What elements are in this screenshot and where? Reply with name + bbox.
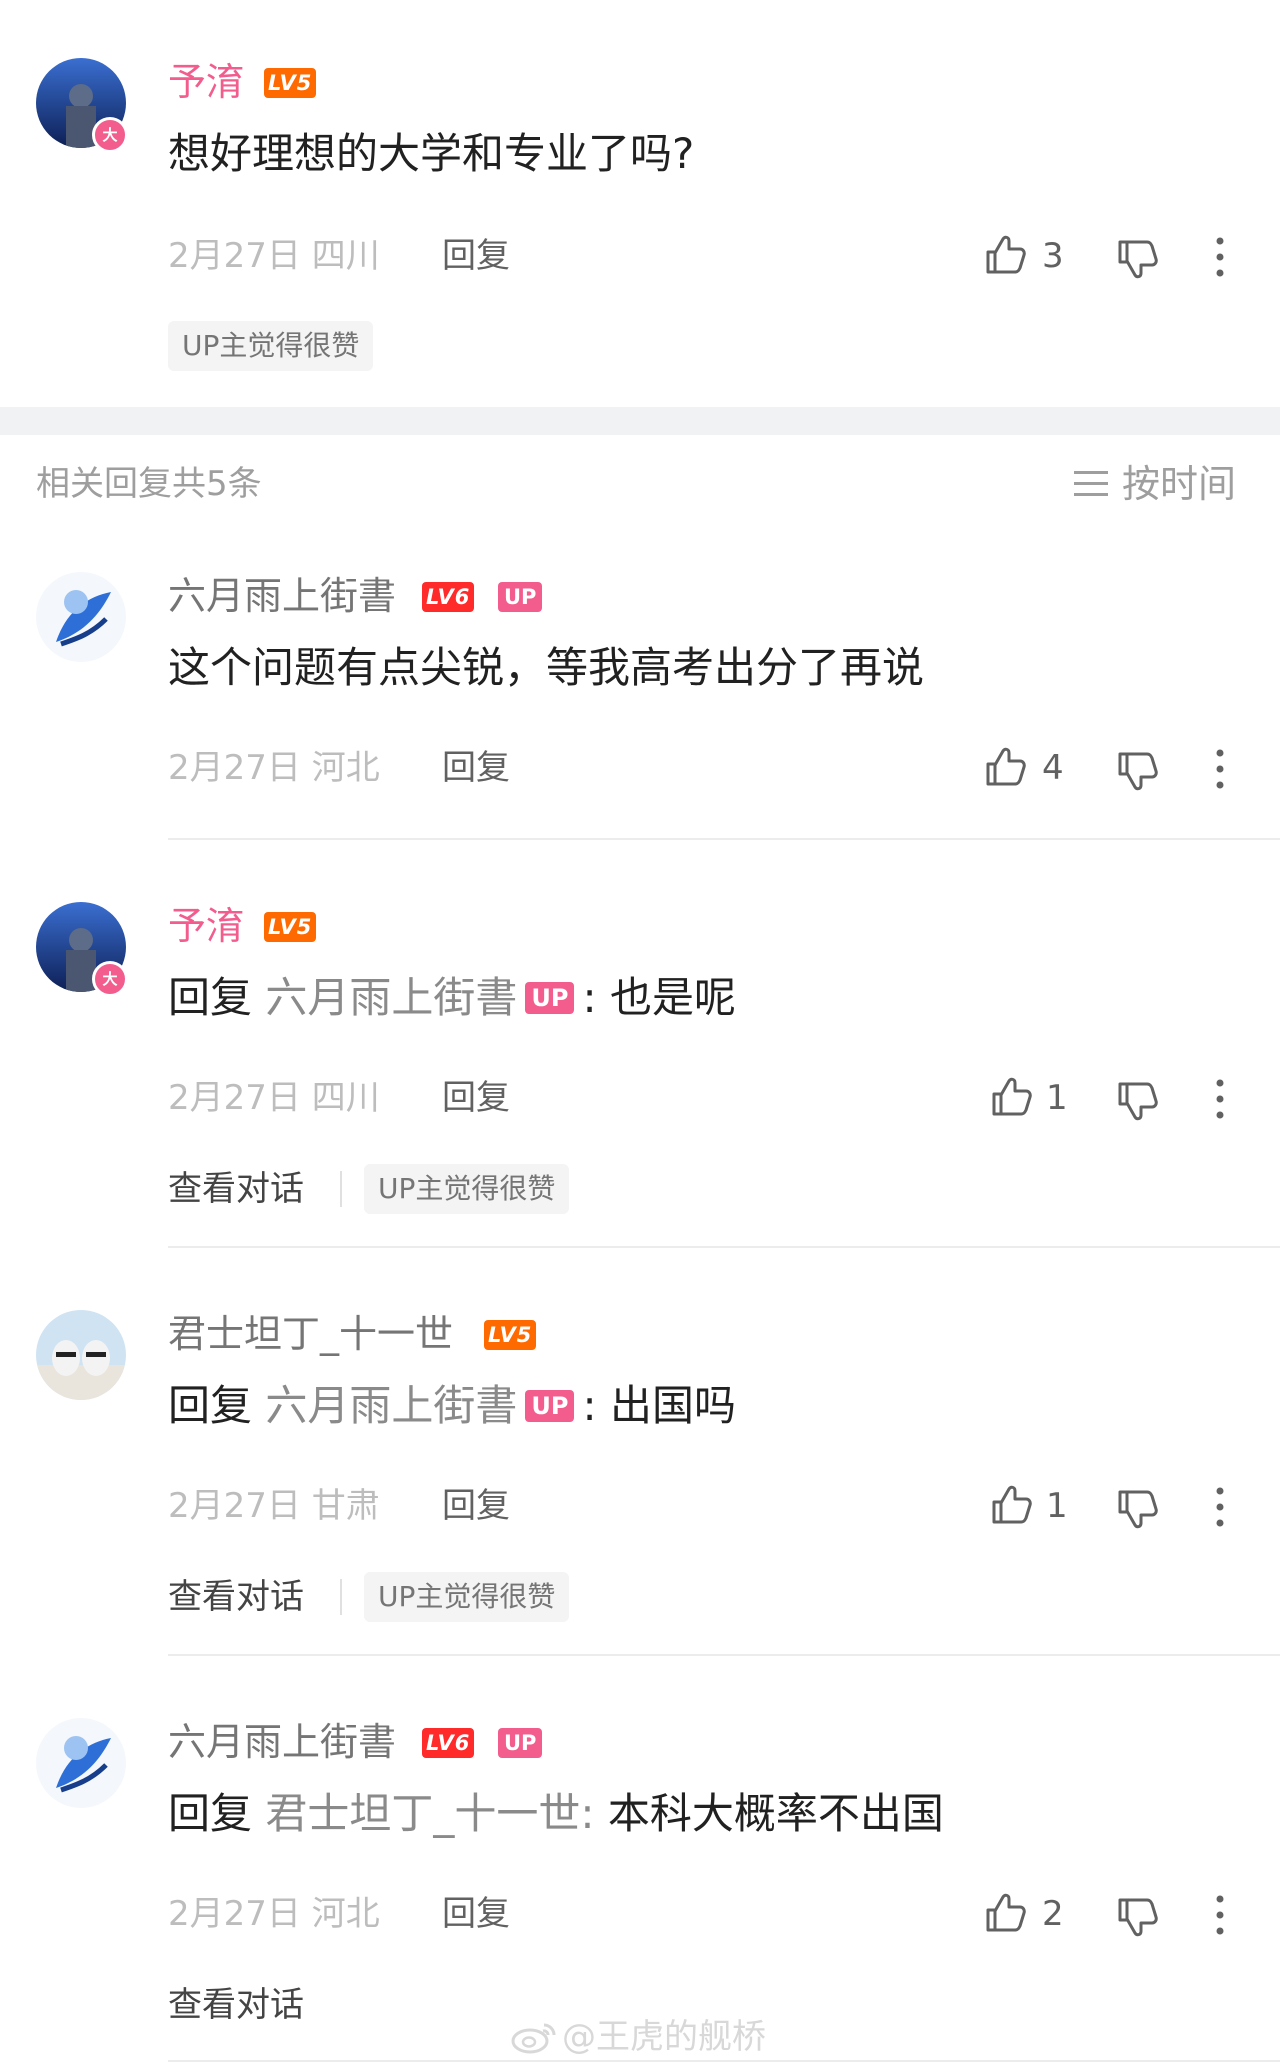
reply-prefix: 回复 <box>168 973 253 1022</box>
weibo-icon <box>511 2023 556 2054</box>
reply-button[interactable]: 回复 <box>442 1484 510 1528</box>
dislike-icon[interactable] <box>1114 1078 1160 1124</box>
replies-count-title: 相关回复共5条 <box>36 464 262 504</box>
like-count: 3 <box>1042 236 1064 276</box>
up-liked-tag: UP主觉得很赞 <box>364 1164 570 1214</box>
separator <box>340 1171 342 1207</box>
like-count: 1 <box>1046 1486 1068 1526</box>
dislike-icon[interactable] <box>1114 1894 1160 1940</box>
reply-prefix: 回复 <box>168 1789 253 1838</box>
separator <box>340 1579 342 1615</box>
comment-text: 想好理想的大学和专业了吗? <box>168 129 695 178</box>
comment-date-location: 2月27日 四川 <box>168 236 380 276</box>
like-icon[interactable] <box>982 232 1028 278</box>
like-count: 1 <box>1046 1078 1068 1118</box>
sort-label: 按时间 <box>1122 462 1237 506</box>
more-options-icon[interactable] <box>1210 746 1230 792</box>
view-conversation-link[interactable]: 查看对话 <box>168 1573 304 1621</box>
reply-body: : 出国吗 <box>582 1381 736 1430</box>
username[interactable]: 六月雨上街書 <box>168 572 396 620</box>
comment-date-location: 2月27日 河北 <box>168 748 380 788</box>
comment-date-location: 2月27日 甘肃 <box>168 1486 380 1526</box>
level-badge: LV6 <box>422 1728 475 1758</box>
reply-body: 本科大概率不出国 <box>594 1789 944 1838</box>
level-badge: LV5 <box>264 68 317 98</box>
menu-lines-icon <box>1074 471 1108 496</box>
reply-button[interactable]: 回复 <box>442 746 510 790</box>
reply-button[interactable]: 回复 <box>442 234 510 278</box>
reply-prefix: 回复 <box>168 1381 253 1430</box>
like-icon[interactable] <box>988 1482 1034 1528</box>
dislike-icon[interactable] <box>1114 748 1160 794</box>
username[interactable]: 予淯 <box>168 58 244 106</box>
avatar[interactable] <box>36 572 126 662</box>
comment-thread-page: 大 予淯 LV5 想好理想的大学和专业了吗? 2月27日 四川 回复 3 UP主… <box>0 0 1280 2072</box>
reply-body: : 也是呢 <box>582 973 736 1022</box>
vip-badge: 大 <box>92 117 128 153</box>
dislike-icon[interactable] <box>1114 236 1160 282</box>
comment-text: 回复 君士坦丁_十一世: 本科大概率不出国 <box>168 1786 944 1842</box>
reply-divider <box>168 1654 1280 1656</box>
reply-button[interactable]: 回复 <box>442 1892 510 1936</box>
comment-date-location: 2月27日 河北 <box>168 1894 380 1934</box>
username[interactable]: 予淯 <box>168 902 244 950</box>
sort-toggle[interactable]: 按时间 <box>1074 460 1242 508</box>
up-tag: UP <box>525 1390 575 1422</box>
more-options-icon[interactable] <box>1210 1484 1230 1530</box>
like-icon[interactable] <box>982 1890 1028 1936</box>
comment-date-location: 2月27日 四川 <box>168 1078 380 1118</box>
level-badge: LV6 <box>422 582 475 612</box>
level-badge: LV5 <box>264 912 317 942</box>
reply-divider <box>168 2060 1280 2062</box>
avatar[interactable] <box>36 1718 126 1808</box>
avatar[interactable] <box>36 1310 126 1400</box>
reply-to-username[interactable]: 六月雨上街書 <box>265 1381 517 1430</box>
reply-button[interactable]: 回复 <box>442 1076 510 1120</box>
reply-to-username[interactable]: 六月雨上街書 <box>265 973 517 1022</box>
up-tag: UP <box>498 582 543 612</box>
up-tag: UP <box>498 1728 543 1758</box>
comment-text: 这个问题有点尖锐，等我高考出分了再说 <box>168 643 925 692</box>
username[interactable]: 君士坦丁_十一世 <box>168 1310 453 1358</box>
view-conversation-link[interactable]: 查看对话 <box>168 1165 304 1213</box>
view-conversation-link[interactable]: 查看对话 <box>168 1981 304 2029</box>
reply-to-username[interactable]: 君士坦丁_十一世: <box>265 1789 594 1838</box>
more-options-icon[interactable] <box>1210 1076 1230 1122</box>
reply-divider <box>168 838 1280 840</box>
like-count: 4 <box>1042 748 1064 788</box>
more-options-icon[interactable] <box>1210 234 1230 280</box>
up-liked-tag: UP主觉得很赞 <box>364 1572 570 1622</box>
dislike-icon[interactable] <box>1114 1486 1160 1532</box>
up-tag: UP <box>525 982 575 1014</box>
more-options-icon[interactable] <box>1210 1892 1230 1938</box>
like-icon[interactable] <box>988 1074 1034 1120</box>
like-icon[interactable] <box>982 744 1028 790</box>
up-liked-tag: UP主觉得很赞 <box>168 321 374 371</box>
vip-badge: 大 <box>92 961 128 997</box>
comment-text: 回复 六月雨上街書 UP: 也是呢 <box>168 970 736 1026</box>
comment-text: 回复 六月雨上街書 UP: 出国吗 <box>168 1378 736 1434</box>
watermark-text: @王虎的舰桥 <box>562 2017 766 2057</box>
reply-divider <box>168 1246 1280 1248</box>
username[interactable]: 六月雨上街書 <box>168 1718 396 1766</box>
section-divider <box>0 407 1280 435</box>
like-count: 2 <box>1042 1894 1064 1934</box>
level-badge: LV5 <box>484 1320 537 1350</box>
